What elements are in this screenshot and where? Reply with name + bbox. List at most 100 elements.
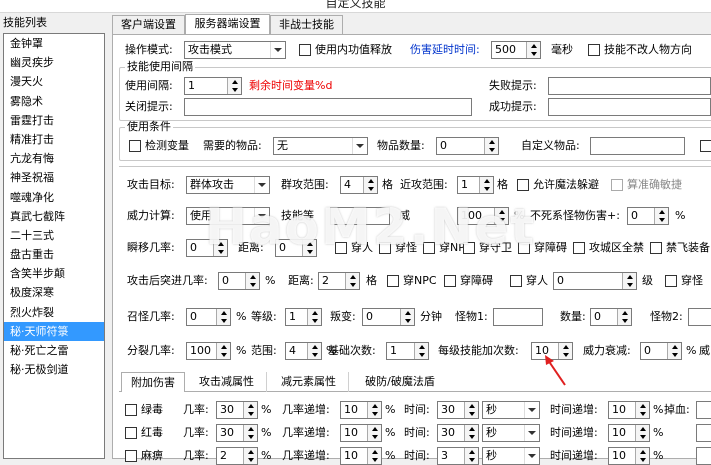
dash-chance-input[interactable]: 0 xyxy=(218,272,260,290)
spin-icon[interactable] xyxy=(216,309,230,325)
fail-input[interactable] xyxy=(548,77,711,95)
spin-icon[interactable] xyxy=(526,42,540,58)
spin-icon[interactable] xyxy=(363,177,377,193)
skill-list-item[interactable]: 亢龙有悔 xyxy=(4,149,104,168)
target-select[interactable]: 群体攻击 xyxy=(186,176,270,194)
skill-list-item[interactable]: 盘古重击 xyxy=(4,245,104,264)
spin-icon[interactable] xyxy=(307,309,321,325)
spin-icon[interactable] xyxy=(635,425,649,441)
noturn-checkbox[interactable] xyxy=(588,44,600,56)
tab-client-settings[interactable]: 客户端设置 xyxy=(112,15,185,35)
effect-inc-input[interactable]: 10 xyxy=(340,401,382,419)
spin-icon[interactable] xyxy=(484,138,498,154)
effect-time-input[interactable]: 30 xyxy=(437,424,479,442)
custom-item-input[interactable] xyxy=(590,137,685,155)
skill-list-item[interactable]: 真武七截阵 xyxy=(4,207,104,226)
spin-icon[interactable] xyxy=(227,78,241,94)
effect-unit-select[interactable]: 秒 xyxy=(482,401,540,419)
effect-time-input[interactable]: 30 xyxy=(437,401,479,419)
spin-icon[interactable] xyxy=(635,402,649,418)
skill-list-item[interactable]: 漫天火 xyxy=(4,72,104,91)
tab-server-settings[interactable]: 服务器端设置 xyxy=(185,14,270,35)
effect-chance-input[interactable]: 2 xyxy=(216,447,258,465)
use-interval-input[interactable]: 1 xyxy=(184,77,242,95)
spin-icon[interactable] xyxy=(617,309,631,325)
tab-non-warrior-skill[interactable]: 非战士技能 xyxy=(270,15,343,35)
spin-icon[interactable] xyxy=(367,448,381,464)
immortal-input[interactable]: 0 xyxy=(627,207,669,225)
city-ban-checkbox[interactable] xyxy=(573,242,585,254)
skill-list-item[interactable]: 含笑半步颠 xyxy=(4,264,104,283)
item-count-input[interactable]: 0 xyxy=(436,137,499,155)
skill-list-item[interactable]: 幽灵疾步 xyxy=(4,53,104,72)
dash-dist-input[interactable]: 2 xyxy=(318,272,360,290)
effect-inc-input[interactable]: 10 xyxy=(340,447,382,465)
skill-list-item[interactable]: 秘·死亡之雷 xyxy=(4,341,104,360)
effect-checkbox[interactable] xyxy=(125,427,137,439)
spin-icon[interactable] xyxy=(479,177,493,193)
accurate-checkbox[interactable] xyxy=(611,179,623,191)
internal-checkbox[interactable] xyxy=(299,44,311,56)
mode-select[interactable]: 攻击模式 xyxy=(184,41,286,59)
effect-time-inc-input[interactable]: 10 xyxy=(608,447,650,465)
custom-extra-checkbox[interactable] xyxy=(700,140,711,152)
effect-unit-select[interactable]: 秒 xyxy=(482,447,540,465)
tab-attack-reduce[interactable]: 攻击减属性 xyxy=(187,372,267,392)
skill-list-item[interactable]: 雷霆打击 xyxy=(4,111,104,130)
dash-obstacle-checkbox[interactable] xyxy=(444,275,456,287)
need-item-select[interactable]: 无 xyxy=(273,137,368,155)
skill-list-item[interactable]: 雾隐术 xyxy=(4,92,104,111)
nofly-checkbox[interactable] xyxy=(650,242,662,254)
allow-dodge-checkbox[interactable] xyxy=(517,179,529,191)
spin-icon[interactable] xyxy=(243,402,257,418)
spin-icon[interactable] xyxy=(307,343,321,359)
spin-icon[interactable] xyxy=(400,309,414,325)
summon-revolt-input[interactable]: 0 xyxy=(362,308,415,326)
effect-inc-input[interactable]: 10 xyxy=(340,424,382,442)
spin-icon[interactable] xyxy=(464,448,478,464)
spin-icon[interactable] xyxy=(667,343,681,359)
split-chance-input[interactable]: 100 xyxy=(186,342,231,360)
effect-chance-input[interactable]: 30 xyxy=(216,401,258,419)
monster2-input[interactable] xyxy=(688,308,711,326)
skill-list-item[interactable]: 神圣祝福 xyxy=(4,168,104,187)
summon-level-input[interactable]: 1 xyxy=(285,308,322,326)
spin-icon[interactable] xyxy=(464,425,478,441)
near-input[interactable]: 1 xyxy=(457,176,494,194)
spin-icon[interactable] xyxy=(243,425,257,441)
skill-list[interactable]: 金钟罩 幽灵疾步 漫天火 雾隐术 雷霆打击 精准打击 亢龙有悔 神圣祝福 噬魂净化 真武七截阵 二十… xyxy=(3,33,105,459)
tab-extra-damage[interactable]: 附加伤害 xyxy=(121,372,185,392)
effect-checkbox[interactable] xyxy=(125,450,137,462)
spin-icon[interactable] xyxy=(635,448,649,464)
skill-list-item[interactable]: 二十三式 xyxy=(4,226,104,245)
spin-icon[interactable] xyxy=(243,448,257,464)
range-input[interactable]: 4 xyxy=(340,176,378,194)
summon-chance-input[interactable]: 0 xyxy=(186,308,231,326)
effect-unit-select[interactable]: 秒 xyxy=(482,424,540,442)
effect-chance-input[interactable]: 30 xyxy=(216,424,258,442)
skill-list-item[interactable]: 秘·无极剑道 xyxy=(4,360,104,379)
check-var-checkbox[interactable] xyxy=(129,140,141,152)
spin-icon[interactable] xyxy=(414,343,428,359)
spin-icon[interactable] xyxy=(654,208,668,224)
skill-list-item[interactable]: 烈火炸裂 xyxy=(4,303,104,322)
spin-icon[interactable] xyxy=(216,343,230,359)
effect-time-inc-input[interactable]: 10 xyxy=(608,424,650,442)
spin-icon[interactable] xyxy=(367,402,381,418)
skill-list-item[interactable]: 秘·天师符箓 xyxy=(4,321,104,341)
effect-time-input[interactable]: 3 xyxy=(437,447,479,465)
dash-person-checkbox[interactable] xyxy=(510,275,522,287)
summon-count-input[interactable]: 0 xyxy=(590,308,632,326)
split-decay-input[interactable]: 0 xyxy=(640,342,682,360)
effect-checkbox[interactable] xyxy=(125,404,137,416)
split-base-input[interactable]: 1 xyxy=(386,342,429,360)
tab-element-reduce[interactable]: 减元素属性 xyxy=(269,372,349,392)
delay-input[interactable]: 500 xyxy=(491,41,541,59)
success-input[interactable] xyxy=(548,98,711,116)
effect-extra-input[interactable] xyxy=(696,424,711,442)
skill-list-item[interactable]: 极度深寒 xyxy=(4,283,104,302)
monster1-input[interactable] xyxy=(493,308,543,326)
effect-time-inc-input[interactable]: 10 xyxy=(608,401,650,419)
split-range-input[interactable]: 4 xyxy=(285,342,322,360)
effect-extra-input[interactable] xyxy=(696,447,711,465)
